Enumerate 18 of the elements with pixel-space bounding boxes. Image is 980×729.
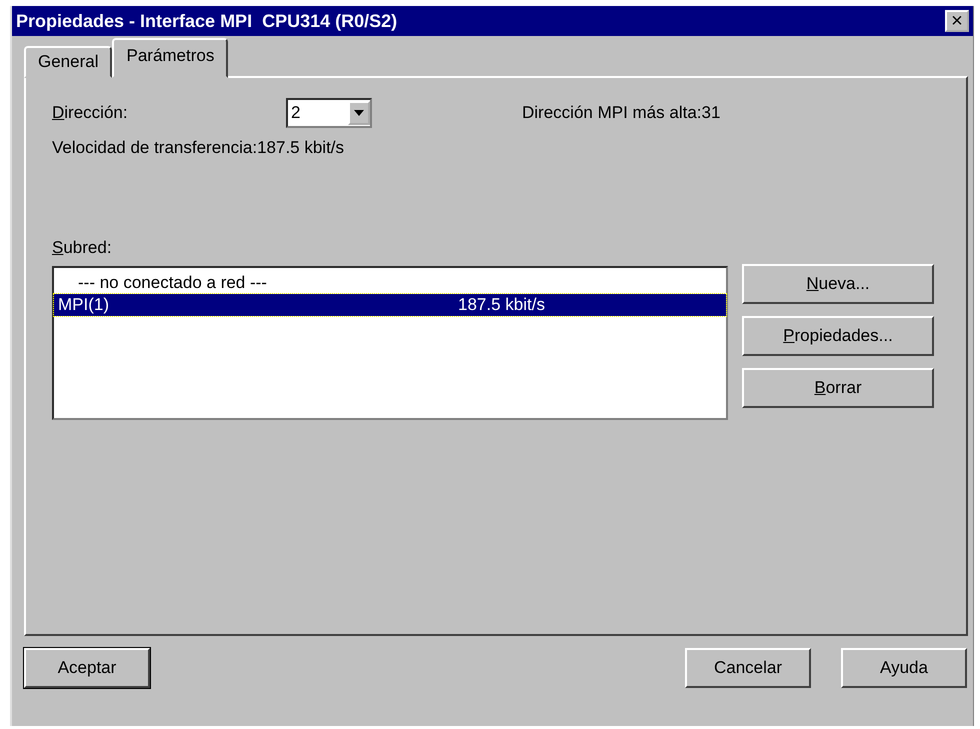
close-button[interactable]: × xyxy=(945,10,969,32)
window-title: Propiedades - Interface MPI CPU314 (R0/S2) xyxy=(16,10,398,32)
subnet-list-item[interactable]: MPI(1) 187.5 kbit/s xyxy=(54,294,726,316)
dialog-button[interactable]: Ayuda xyxy=(841,648,967,688)
dialog-button[interactable]: Aceptar xyxy=(24,648,150,688)
subnet-button[interactable]: Borrar xyxy=(742,368,934,408)
subnet-label: Subred: xyxy=(52,238,113,258)
dropdown-arrow-icon xyxy=(354,110,364,116)
tab[interactable]: Parámetros xyxy=(112,38,228,78)
highest-address-text: Dirección MPI más alta:31 xyxy=(522,103,720,123)
address-label: Dirección: xyxy=(52,103,129,123)
subnet-list-item[interactable]: --- no conectado a red --- xyxy=(54,272,726,294)
address-dropdown[interactable]: 2 xyxy=(286,98,372,128)
subnet-button[interactable]: Propiedades... xyxy=(742,316,934,356)
transfer-rate-text: Velocidad de transferencia:187.5 kbit/s xyxy=(52,138,346,158)
tab[interactable]: General xyxy=(24,46,112,78)
dialog-button[interactable]: Cancelar xyxy=(685,648,811,688)
subnet-button[interactable]: Nueva... xyxy=(742,264,934,304)
